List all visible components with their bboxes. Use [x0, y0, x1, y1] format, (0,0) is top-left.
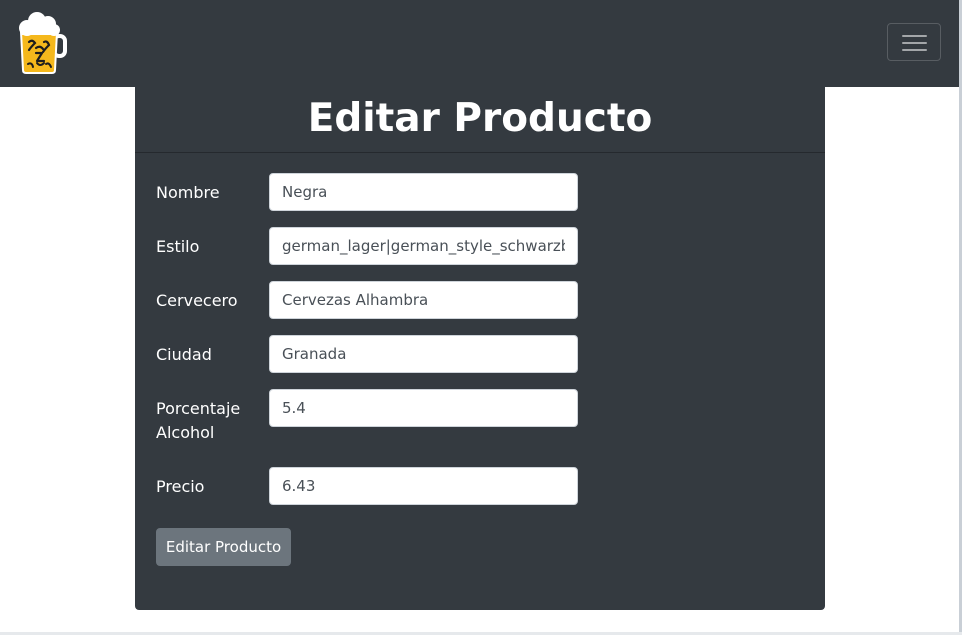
- precio-input[interactable]: [269, 467, 578, 505]
- card-header: Editar Producto: [135, 87, 825, 153]
- porcentaje-alcohol-label-line2: Alcohol: [156, 423, 215, 442]
- nombre-input[interactable]: [269, 173, 578, 211]
- page-title: Editar Producto: [307, 96, 653, 141]
- edit-product-submit-button[interactable]: Editar Producto: [156, 528, 291, 566]
- ciudad-label: Ciudad: [156, 345, 212, 364]
- nombre-label: Nombre: [156, 183, 220, 202]
- cervecero-label: Cervecero: [156, 291, 238, 310]
- cervecero-input[interactable]: [269, 281, 578, 319]
- porcentaje-alcohol-label: Porcentaje Alcohol: [156, 397, 240, 445]
- porcentaje-alcohol-input[interactable]: [269, 389, 578, 427]
- edit-product-card: Editar Producto Nombre Estilo Cervecero …: [135, 87, 825, 610]
- navbar-toggler-button[interactable]: [887, 23, 941, 61]
- estilo-input[interactable]: [269, 227, 578, 265]
- estilo-label: Estilo: [156, 237, 200, 256]
- precio-label: Precio: [156, 477, 205, 496]
- navbar: [0, 0, 960, 87]
- hamburger-menu-icon: [902, 35, 927, 37]
- porcentaje-alcohol-label-line1: Porcentaje: [156, 399, 241, 418]
- beer-logo-icon[interactable]: [16, 12, 68, 74]
- ciudad-input[interactable]: [269, 335, 578, 373]
